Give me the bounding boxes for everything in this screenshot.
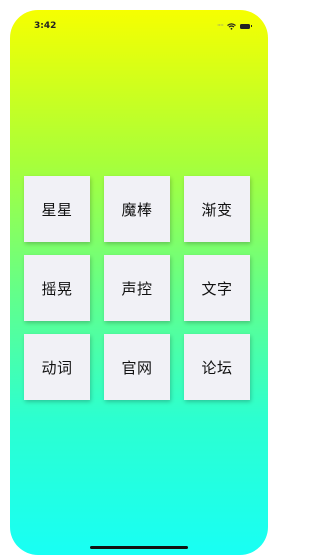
tile-label: 声控 — [121, 279, 153, 298]
tile-label: 摇晃 — [41, 279, 73, 298]
status-bar: 3:42 ···· — [10, 10, 268, 40]
tile-website[interactable]: 官网 — [104, 334, 170, 400]
menu-grid: 星星 魔棒 渐变 摇晃 声控 文字 动词 官网 论坛 — [24, 176, 254, 400]
tile-stars[interactable]: 星星 — [24, 176, 90, 242]
status-icons: ···· — [216, 21, 252, 31]
tile-forum[interactable]: 论坛 — [184, 334, 250, 400]
tile-shake[interactable]: 摇晃 — [24, 255, 90, 321]
status-time: 3:42 — [34, 21, 57, 31]
app-screen: 3:42 ···· 星星 魔棒 渐变 摇晃 声控 文字 动词 官网 论坛 — [10, 10, 268, 555]
tile-label: 魔棒 — [121, 200, 153, 219]
tile-voice-control[interactable]: 声控 — [104, 255, 170, 321]
tile-label: 星星 — [41, 200, 73, 219]
wifi-icon — [227, 22, 236, 30]
battery-icon — [240, 23, 252, 29]
tile-label: 文字 — [201, 279, 233, 298]
tile-text[interactable]: 文字 — [184, 255, 250, 321]
tile-magic-wand[interactable]: 魔棒 — [104, 176, 170, 242]
tile-verbs[interactable]: 动词 — [24, 334, 90, 400]
tile-gradient[interactable]: 渐变 — [184, 176, 250, 242]
tile-label: 官网 — [121, 358, 153, 377]
tile-label: 动词 — [41, 358, 73, 377]
tile-label: 渐变 — [201, 200, 233, 219]
home-indicator[interactable] — [90, 546, 188, 549]
signal-icon: ···· — [216, 21, 224, 30]
tile-label: 论坛 — [201, 358, 233, 377]
